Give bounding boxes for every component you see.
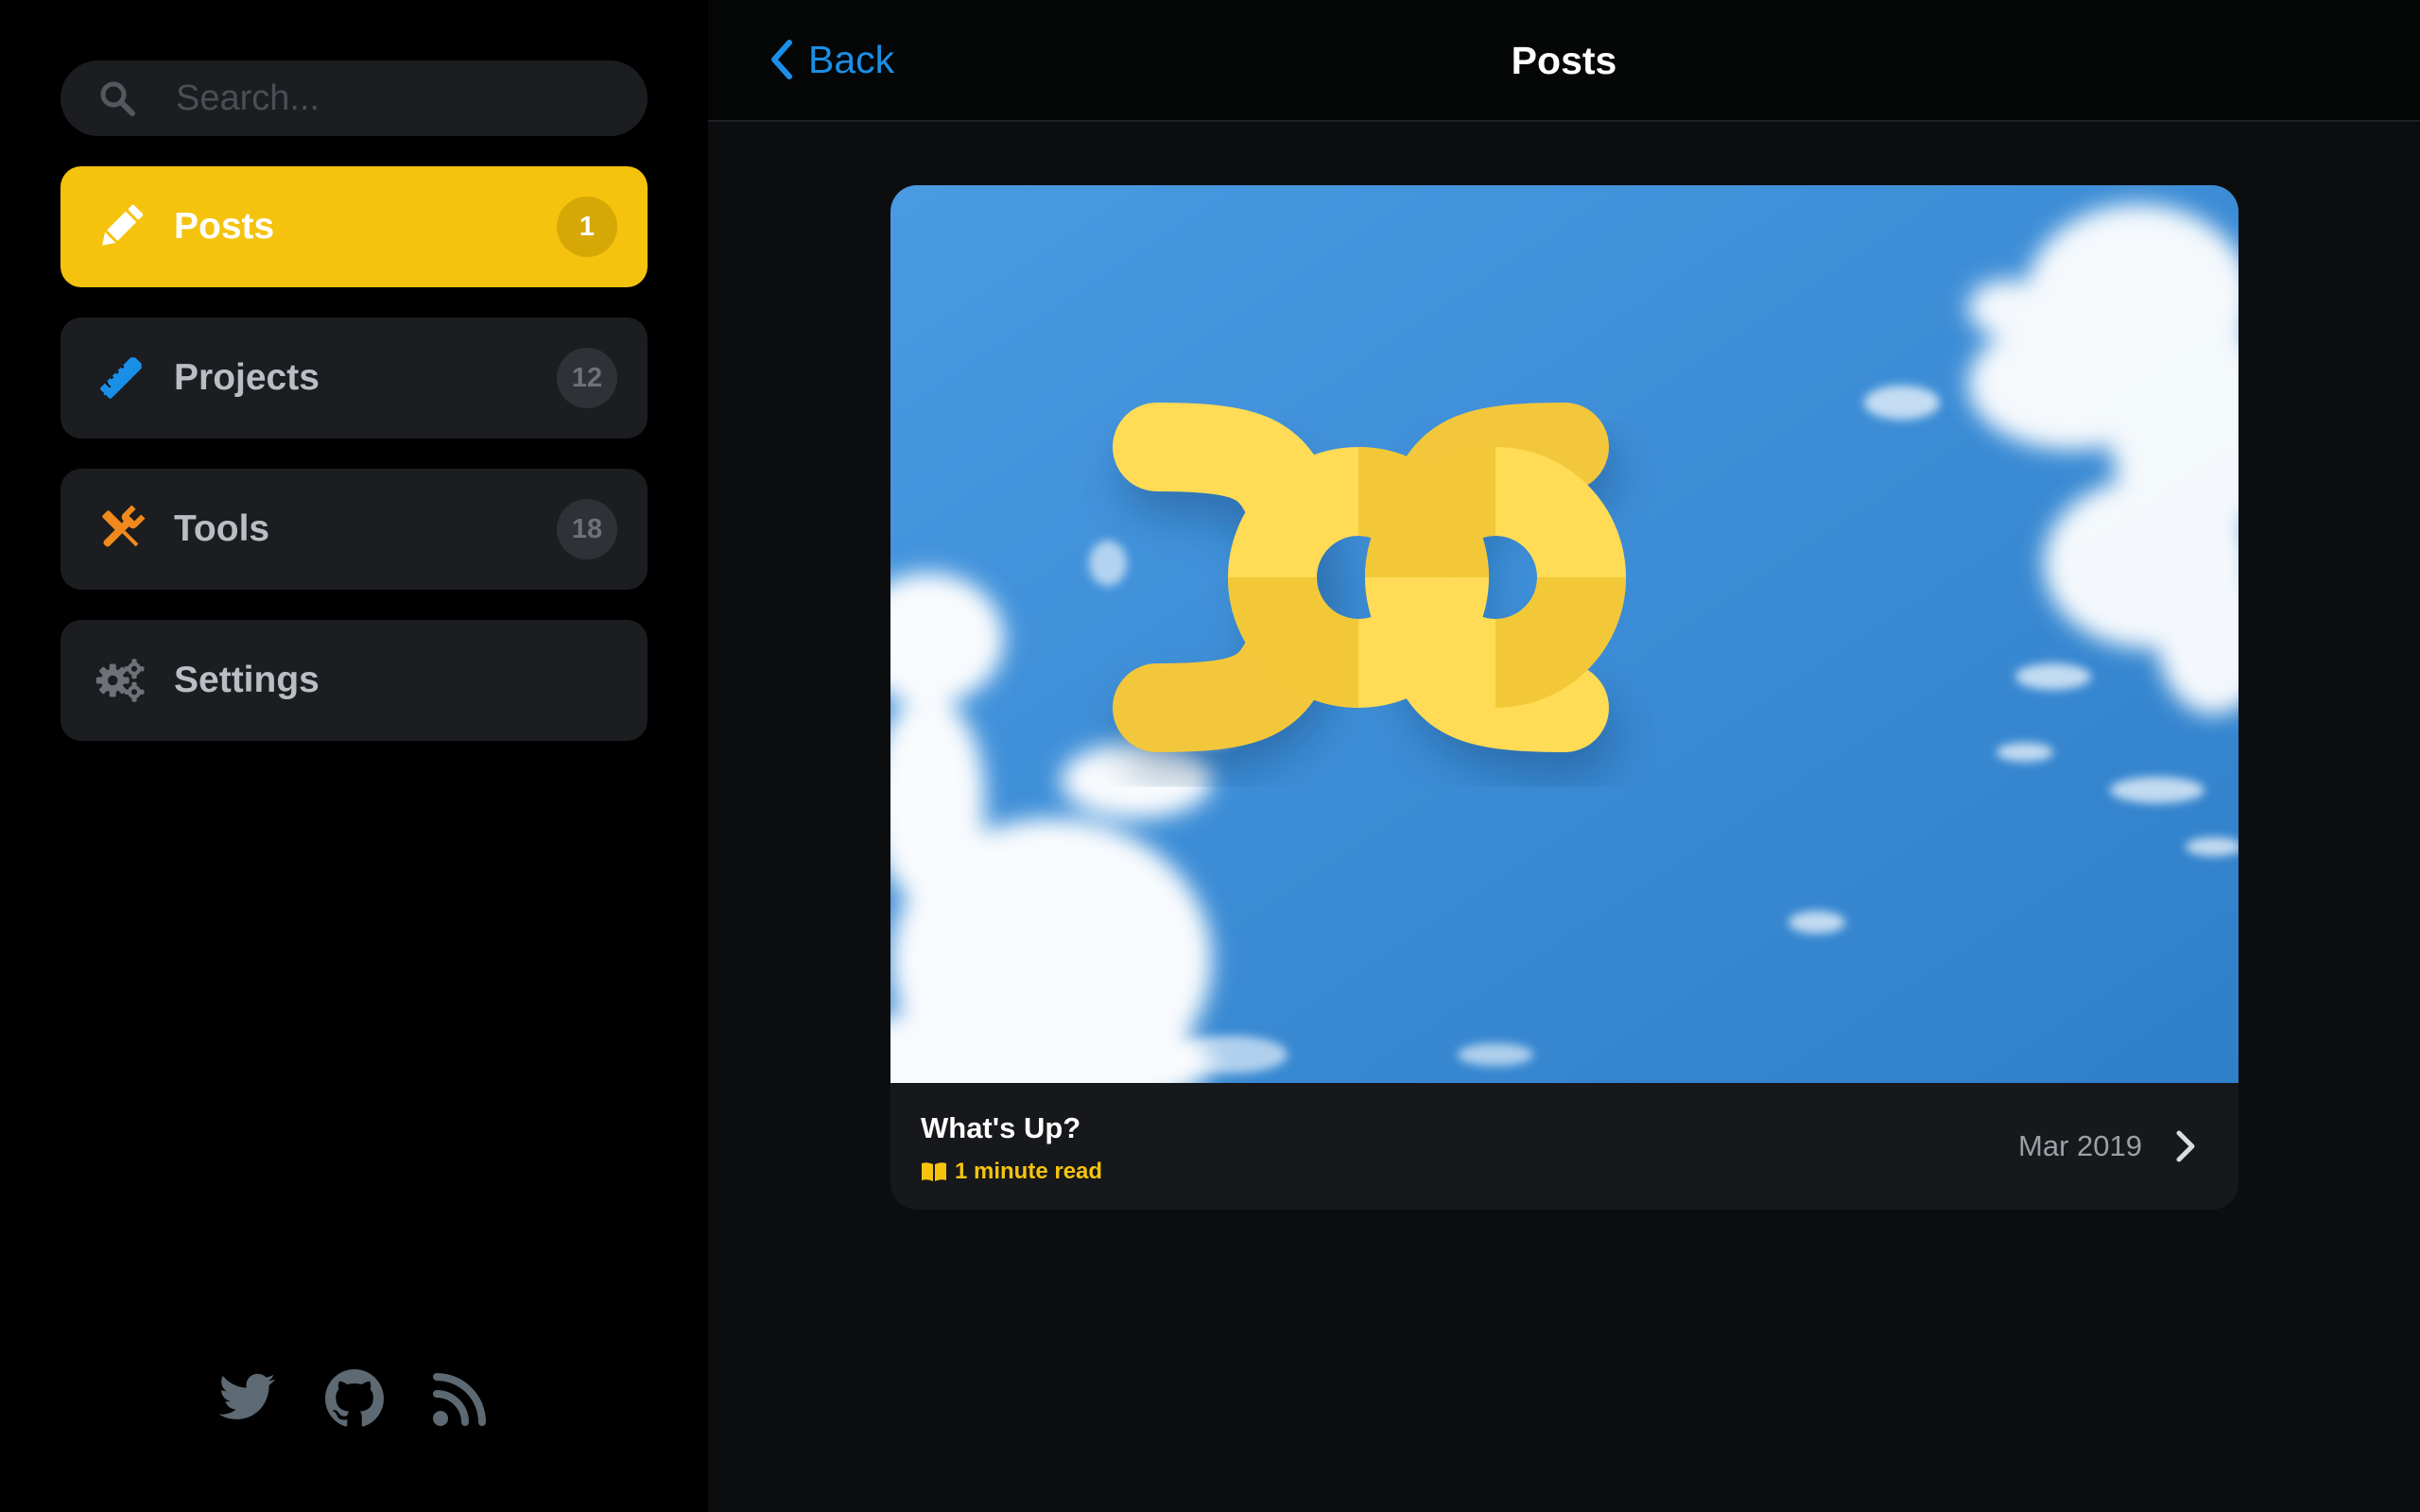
read-time: 1 minute read: [921, 1159, 1102, 1185]
sidebar-item-label: Posts: [174, 206, 275, 247]
sidebar-item-projects[interactable]: Projects 12: [60, 318, 648, 438]
gears-icon: [95, 654, 147, 707]
sidebar: Posts 1 Projects 12: [0, 0, 708, 1512]
rss-icon[interactable]: [430, 1368, 491, 1429]
search-bar[interactable]: [60, 60, 648, 136]
count-badge: 12: [557, 348, 617, 408]
count-badge: 18: [557, 499, 617, 559]
twitter-icon[interactable]: [217, 1368, 278, 1429]
chevron-right-icon: [2176, 1130, 2195, 1162]
pencil-ruler-icon: [95, 352, 147, 404]
github-icon[interactable]: [324, 1368, 385, 1429]
sidebar-item-settings[interactable]: Settings: [60, 620, 648, 741]
sidebar-item-label: Projects: [174, 357, 320, 398]
sidebar-item-label: Tools: [174, 508, 270, 549]
back-button[interactable]: Back: [767, 28, 894, 91]
back-label: Back: [808, 37, 895, 81]
post-date: Mar 2019: [2018, 1129, 2142, 1162]
main-content: Posts Back What's Up? 1 minute read Mar …: [708, 0, 2420, 1512]
social-links: [0, 1368, 708, 1429]
pencil-icon: [95, 200, 147, 253]
search-icon: [100, 81, 135, 116]
page-title: Posts: [1511, 39, 1617, 82]
post-footer: What's Up? 1 minute read Mar 2019: [890, 1083, 2238, 1210]
sidebar-item-posts[interactable]: Posts 1: [60, 166, 648, 287]
read-time-label: 1 minute read: [955, 1159, 1103, 1184]
sidebar-item-label: Settings: [174, 660, 320, 700]
count-badge: 1: [557, 197, 617, 257]
wrench-screwdriver-icon: [95, 503, 147, 556]
post-cover-image: [890, 185, 2238, 1083]
chevron-left-icon: [771, 40, 792, 79]
navigation-bar: Posts Back: [708, 0, 2420, 122]
book-icon: [922, 1162, 946, 1181]
post-card[interactable]: What's Up? 1 minute read Mar 2019: [890, 185, 2238, 1210]
search-input[interactable]: [174, 60, 628, 136]
sidebar-item-tools[interactable]: Tools 18: [60, 469, 648, 590]
post-title: What's Up?: [921, 1111, 1081, 1144]
